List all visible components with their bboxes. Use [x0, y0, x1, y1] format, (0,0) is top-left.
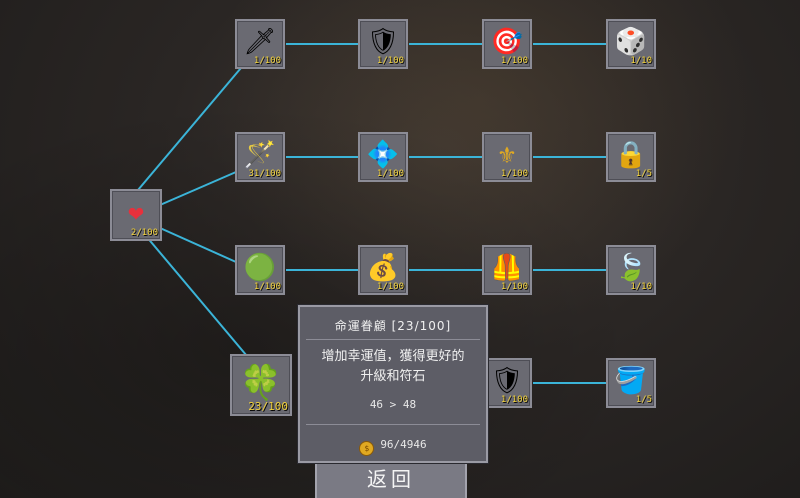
skill-node-bucket[interactable]: 🪣 1/5 — [606, 358, 656, 408]
skill-node-count: 2/100 — [130, 228, 158, 238]
skill-node-count: 31/100 — [248, 169, 281, 179]
tooltip-divider — [306, 424, 480, 425]
skill-node-root-hp[interactable]: ❤ 2/100 — [110, 189, 162, 241]
slingshot-icon: ⚜ — [499, 140, 515, 171]
skill-node-count: 23/100 — [248, 400, 288, 413]
skill-node-count: 1/100 — [500, 56, 528, 66]
skill-node-slingshot[interactable]: ⚜ 1/100 — [482, 132, 532, 182]
skill-node-count: 1/10 — [630, 56, 652, 66]
connector-root-row2 — [159, 171, 237, 206]
skill-node-sword[interactable]: 🗡 1/100 — [235, 19, 285, 69]
back-button[interactable]: 返回 — [315, 462, 467, 498]
armor-icon: 🦺 — [490, 253, 524, 284]
skill-node-crystal-glass[interactable]: 💠 1/100 — [358, 132, 408, 182]
padlock-icon: 🔒 — [614, 140, 648, 171]
tooltip-desc-line1: 增加幸運值，獲得更好的 — [321, 349, 465, 364]
skill-node-count: 1/100 — [376, 282, 404, 292]
connector-root-row1 — [137, 61, 247, 191]
bucket-icon: 🪣 — [614, 366, 648, 397]
skill-node-d20-dice[interactable]: 🎲 1/10 — [606, 19, 656, 69]
skill-node-count: 1/10 — [630, 282, 652, 292]
skill-node-count: 1/100 — [253, 282, 281, 292]
skill-node-padlock[interactable]: 🔒 1/5 — [606, 132, 656, 182]
skill-node-count: 1/100 — [500, 169, 528, 179]
shield-icon: 🛡 — [366, 27, 400, 58]
broken-shield-icon: 🛡 — [490, 366, 524, 397]
gold-coin-icon: $ — [359, 441, 375, 456]
tooltip-desc-line2: 升級和符石 — [360, 369, 426, 384]
skill-node-broken-shield[interactable]: 🛡 1/100 — [482, 358, 532, 408]
tooltip-cost: $96/4946 — [300, 438, 486, 456]
heart-hp-icon: ❤ — [128, 198, 144, 229]
skill-node-target[interactable]: 🎯 1/100 — [482, 19, 532, 69]
skill-node-count: 1/100 — [500, 395, 528, 405]
skill-node-count: 1/100 — [376, 56, 404, 66]
target-icon: 🎯 — [490, 27, 524, 58]
skill-node-count: 1/100 — [253, 56, 281, 66]
crystal-glass-icon: 💠 — [366, 140, 400, 171]
skill-node-count: 1/100 — [500, 282, 528, 292]
tooltip-title: 命運眷顧 [23/100] — [334, 319, 452, 333]
skill-node-count: 1/5 — [635, 169, 652, 179]
magic-staff-icon: 🪄 — [243, 140, 277, 171]
skill-node-green-orb[interactable]: 🟢 1/100 — [235, 245, 285, 295]
tooltip-stat-change: 46 > 48 — [369, 398, 417, 411]
sword-icon: 🗡 — [243, 27, 277, 58]
tooltip-description: 增加幸運值，獲得更好的 升級和符石 — [308, 347, 478, 387]
connector-root-row3 — [159, 227, 237, 263]
skill-tooltip: 命運眷顧 [23/100] 增加幸運值，獲得更好的 升級和符石 46 > 48 … — [298, 305, 488, 463]
d20-dice-icon: 🎲 — [614, 27, 648, 58]
skill-node-count: 1/5 — [635, 395, 652, 405]
skill-node-money-bag[interactable]: 💰 1/100 — [358, 245, 408, 295]
money-bag-icon: 💰 — [366, 253, 400, 284]
tooltip-cost-value: 96/4946 — [380, 438, 427, 451]
four-leaf-clover-icon: 🍀 — [239, 362, 283, 403]
skill-node-four-leaf-clover-selected[interactable]: 🍀 23/100 — [230, 354, 292, 416]
skill-node-count: 1/100 — [376, 169, 404, 179]
skill-node-shield[interactable]: 🛡 1/100 — [358, 19, 408, 69]
leaf-icon: 🍃 — [614, 253, 648, 284]
skill-node-armor[interactable]: 🦺 1/100 — [482, 245, 532, 295]
skill-node-magic-staff[interactable]: 🪄 31/100 — [235, 132, 285, 182]
skill-node-leaf[interactable]: 🍃 1/10 — [606, 245, 656, 295]
tooltip-divider — [306, 339, 480, 340]
green-orb-icon: 🟢 — [243, 253, 277, 284]
